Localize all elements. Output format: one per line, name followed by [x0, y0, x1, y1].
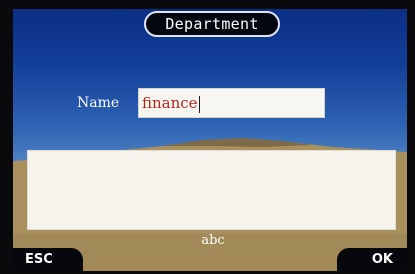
device-bezel: Department Name finance abc ESC OK [0, 0, 415, 274]
input-mode-indicator: abc [201, 233, 225, 248]
name-label: Name [77, 95, 120, 111]
name-input-value: finance [142, 94, 198, 112]
device-screen: Department Name finance abc ESC OK [13, 9, 407, 271]
input-candidate-area[interactable] [27, 150, 396, 230]
name-input-field[interactable]: finance [138, 88, 325, 118]
page-title: Department [144, 11, 280, 37]
text-cursor [198, 95, 200, 113]
desert-landscape-background [13, 138, 407, 271]
esc-button[interactable]: ESC [13, 248, 83, 271]
ok-button[interactable]: OK [337, 248, 407, 271]
